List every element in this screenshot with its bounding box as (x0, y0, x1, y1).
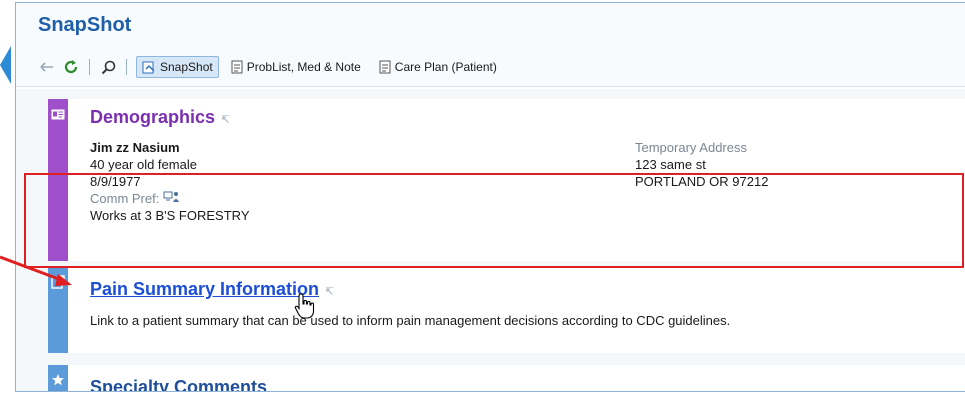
patient-info: Jim zz Nasium 40 year old female 8/9/197… (90, 139, 250, 224)
tab-label: SnapShot (160, 60, 213, 74)
patient-age-sex: 40 year old female (90, 157, 197, 172)
comm-pref: Comm Pref: (90, 190, 250, 207)
section-title-text[interactable]: Pain Summary Information (90, 279, 319, 299)
comm-pref-icon (163, 191, 181, 206)
page-title: SnapShot (38, 14, 132, 36)
snapshot-icon (142, 61, 155, 74)
pain-summary-description: Link to a patient summary that can be us… (90, 313, 731, 328)
external-link-icon (50, 275, 66, 289)
address-info: Temporary Address 123 same st PORTLAND O… (635, 139, 768, 190)
tab-label: Care Plan (Patient) (394, 60, 497, 74)
tab-care-plan[interactable]: Care Plan (Patient) (373, 56, 503, 78)
specialty-comments-section: Specialty Comments (48, 365, 965, 391)
demographics-title[interactable]: Demographics ↸ (90, 107, 230, 128)
address-line1: 123 same st (635, 157, 706, 172)
section-color-bar (48, 267, 68, 353)
document-icon (379, 60, 391, 74)
address-line2: PORTLAND OR 97212 (635, 174, 769, 189)
search-icon[interactable] (99, 58, 117, 76)
pain-summary-section: Pain Summary Information ↸ Link to a pati… (48, 267, 965, 353)
section-title-text[interactable]: Demographics (90, 107, 215, 127)
address-label: Temporary Address (635, 140, 747, 155)
back-arrow-icon[interactable] (38, 58, 56, 76)
popout-arrow-icon[interactable]: ↸ (325, 285, 334, 298)
specialty-comments-title[interactable]: Specialty Comments (90, 377, 267, 391)
patient-name: Jim zz Nasium (90, 140, 180, 155)
star-comment-icon (50, 373, 66, 387)
toolbar-separator (126, 59, 127, 75)
toolbar: SnapShot ProbList, Med & Note Care Plan … (38, 55, 503, 79)
popout-arrow-icon[interactable]: ↸ (221, 114, 230, 126)
comm-pref-label: Comm Pref: (90, 191, 160, 206)
sidebar-collapse-handle[interactable] (0, 46, 11, 84)
patient-employer: Works at 3 B'S FORESTRY (90, 208, 250, 223)
content-area: Demographics ↸ Jim zz Nasium 40 year old … (16, 89, 965, 391)
refresh-icon[interactable] (62, 58, 80, 76)
id-card-icon (50, 107, 66, 121)
tab-problist-med-note[interactable]: ProbList, Med & Note (225, 56, 367, 78)
toolbar-separator (89, 59, 90, 75)
snapshot-window: SnapShot SnapShot ProbList, Med & Note C… (15, 2, 965, 392)
header: SnapShot SnapShot ProbList, Med & Note C… (16, 3, 965, 87)
tab-label: ProbList, Med & Note (246, 60, 361, 74)
tab-snapshot[interactable]: SnapShot (136, 56, 219, 78)
section-color-bar (48, 365, 68, 391)
patient-dob: 8/9/1977 (90, 174, 141, 189)
section-color-bar (48, 99, 68, 261)
document-icon (231, 60, 243, 74)
hand-cursor-icon (294, 293, 315, 319)
demographics-section: Demographics ↸ Jim zz Nasium 40 year old … (48, 99, 965, 261)
